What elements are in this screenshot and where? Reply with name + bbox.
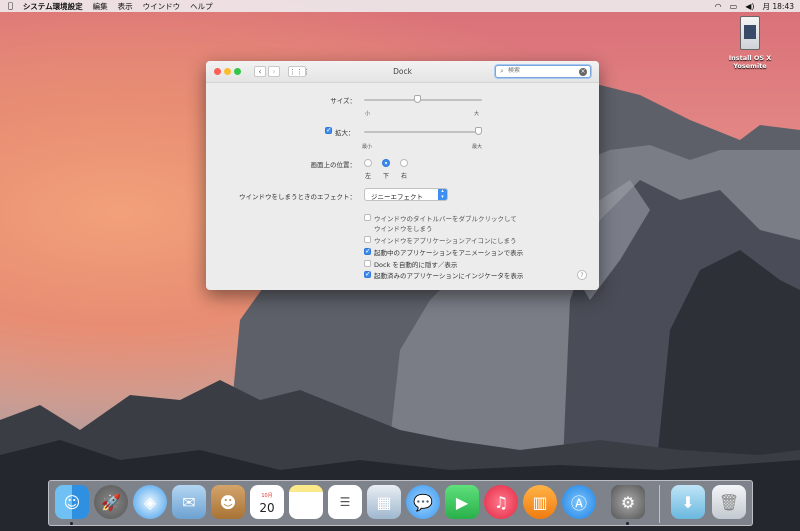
search-icon: ⌕ xyxy=(500,67,504,75)
display-icon[interactable]: ▭ xyxy=(730,2,738,11)
menu-clock[interactable]: 月 18:43 xyxy=(763,1,795,12)
minimize-into-icon-label: ウインドウをアプリケーションアイコンにしまう xyxy=(374,237,517,245)
system-preferences-icon[interactable]: ⚙ xyxy=(611,485,645,519)
popup-arrows-icon: ▴ ▾ xyxy=(438,188,447,200)
wifi-icon[interactable]: ◠ xyxy=(715,2,722,11)
show-indicators-checkbox[interactable] xyxy=(364,270,371,278)
double-click-minimize-checkbox[interactable] xyxy=(364,214,371,221)
desktop-icon-label-line2: Yosemite xyxy=(733,62,767,70)
menu-app-name[interactable]: システム環境設定 xyxy=(23,1,83,12)
autohide-dock-label: Dock を自動的に隠す／表示 xyxy=(374,261,458,269)
position-right-radio[interactable] xyxy=(400,159,408,167)
trash-icon[interactable]: 🗑 xyxy=(712,485,746,519)
contacts-icon[interactable]: ☻ xyxy=(211,485,245,519)
size-max-label: 大 xyxy=(474,111,480,117)
clear-search-icon[interactable]: × xyxy=(579,68,587,76)
menu-edit[interactable]: 編集 xyxy=(93,1,108,12)
magnify-slider-knob[interactable] xyxy=(475,127,482,135)
volume-icon[interactable]: ◀) xyxy=(745,2,754,11)
search-field[interactable]: ⌕ × xyxy=(495,65,591,78)
magnify-label: 拡大： xyxy=(335,129,355,137)
disk-image-icon xyxy=(740,16,760,50)
position-bottom-label: 下 xyxy=(383,173,390,180)
magnify-slider[interactable] xyxy=(364,131,482,133)
apple-icon[interactable]:  xyxy=(8,1,13,12)
mail-icon[interactable]: ✉ xyxy=(172,485,206,519)
menu-window[interactable]: ウインドウ xyxy=(143,1,181,12)
calendar-icon[interactable]: 10月 20 xyxy=(250,485,284,519)
position-left-label: 左 xyxy=(365,173,372,180)
finder-icon[interactable]: ☺ xyxy=(55,485,89,519)
position-left-radio[interactable] xyxy=(364,159,372,167)
size-min-label: 小 xyxy=(365,111,371,117)
ibooks-icon[interactable]: ▥ xyxy=(523,485,557,519)
size-slider[interactable] xyxy=(364,99,482,101)
dock-preferences-window: ‹ › ⋮⋮⋮ Dock ⌕ × サイズ： 小 大 拡大： 最小 最大 画面上の… xyxy=(206,61,599,290)
animate-opening-checkbox[interactable] xyxy=(364,247,371,255)
title-bar[interactable]: ‹ › ⋮⋮⋮ Dock ⌕ × xyxy=(206,61,599,83)
downloads-icon[interactable]: ⬇ xyxy=(671,485,705,519)
minimize-effect-label: ウインドウをしまうときのエフェクト： xyxy=(239,193,356,201)
desktop-icon-install-os-x[interactable]: Install OS X Yosemite xyxy=(724,16,776,70)
dock-separator xyxy=(659,485,660,523)
position-bottom-radio[interactable] xyxy=(382,159,390,167)
magnify-min-label: 最小 xyxy=(362,144,373,150)
animate-opening-label: 起動中のアプリケーションをアニメーションで表示 xyxy=(374,249,524,257)
facetime-icon[interactable]: ▶ xyxy=(445,485,479,519)
notes-icon[interactable] xyxy=(289,485,323,519)
minimize-effect-value: ジニーエフェクト xyxy=(371,193,423,201)
calendar-day: 20 xyxy=(259,501,275,515)
messages-icon[interactable]: 💬 xyxy=(406,485,440,519)
reminders-icon[interactable]: ☰ xyxy=(328,485,362,519)
desktop-icon-label: Install OS X Yosemite xyxy=(724,54,776,70)
size-label: サイズ： xyxy=(330,97,356,105)
autohide-dock-checkbox[interactable] xyxy=(364,260,371,267)
dock: ☺ 🚀 ◈ ✉ ☻ 10月 20 ☰ ▦ 💬 ▶ ♫ ▥ Ⓐ ⚙ ⬇ 🗑 xyxy=(48,480,753,526)
minimize-effect-popup[interactable]: ジニーエフェクト ▴ ▾ xyxy=(364,188,448,201)
magnify-checkbox[interactable] xyxy=(325,126,332,134)
double-click-minimize-label-2: ウインドウをしまう xyxy=(374,225,433,233)
position-label: 画面上の位置： xyxy=(310,161,357,169)
app-store-icon[interactable]: Ⓐ xyxy=(562,485,596,519)
position-right-label: 右 xyxy=(401,173,408,180)
menu-bar:  システム環境設定 編集 表示 ウインドウ ヘルプ ◠ ▭ ◀) 月 18:4… xyxy=(0,0,800,12)
magnify-max-label: 最大 xyxy=(472,144,483,150)
help-button[interactable]: ? xyxy=(577,270,587,280)
itunes-icon[interactable]: ♫ xyxy=(484,485,518,519)
menu-view[interactable]: 表示 xyxy=(118,1,133,12)
minimize-into-icon-checkbox[interactable] xyxy=(364,236,371,243)
desktop-icon-label-line1: Install OS X xyxy=(728,54,772,62)
show-indicators-label: 起動済みのアプリケーションにインジケータを表示 xyxy=(374,272,524,280)
size-slider-knob[interactable] xyxy=(413,95,421,103)
safari-icon[interactable]: ◈ xyxy=(133,485,167,519)
launchpad-icon[interactable]: 🚀 xyxy=(94,485,128,519)
system-preferences-running-indicator xyxy=(626,522,629,525)
menu-help[interactable]: ヘルプ xyxy=(190,1,213,12)
search-input[interactable] xyxy=(508,67,568,74)
photos-icon[interactable]: ▦ xyxy=(367,485,401,519)
finder-running-indicator xyxy=(70,522,73,525)
double-click-minimize-label: ウインドウのタイトルバーをダブルクリックして xyxy=(374,215,517,223)
